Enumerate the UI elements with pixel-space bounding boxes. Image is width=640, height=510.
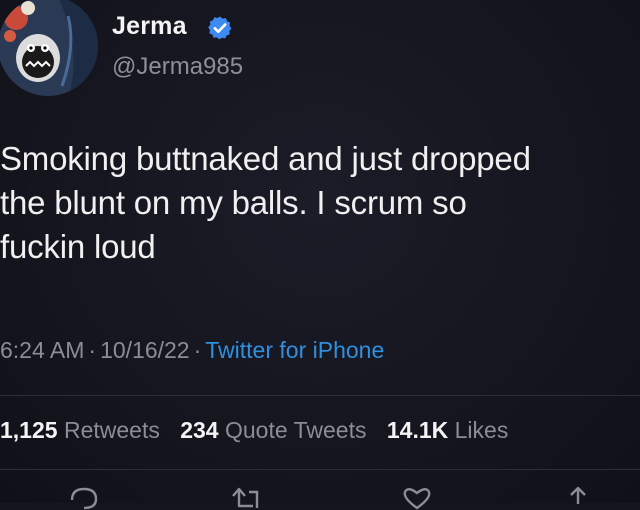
avatar-cartoon-face-icon	[0, 0, 98, 96]
tweet-time[interactable]: 6:24 AM	[0, 337, 84, 363]
tweet-source-link[interactable]: Twitter for iPhone	[205, 337, 384, 363]
tweet-timestamp: 6:24 AM · 10/16/22 · Twitter for iPhone	[0, 337, 384, 364]
tweet-actions	[0, 486, 640, 510]
likes-stat[interactable]: 14.1K Likes	[387, 417, 522, 443]
retweets-count: 1,125	[0, 417, 58, 443]
reply-icon[interactable]	[66, 486, 102, 510]
verified-badge-icon	[208, 16, 232, 40]
likes-label: Likes	[454, 417, 509, 443]
tweet-text: Smoking buttnaked and just dropped the b…	[0, 140, 531, 265]
tweet-stats: 1,125 Retweets 234 Quote Tweets 14.1K Li…	[0, 417, 522, 444]
retweets-stat[interactable]: 1,125 Retweets	[0, 417, 180, 443]
tweet-card: Jerma @Jerma985 Smoking buttnaked and ju…	[0, 0, 640, 510]
divider	[0, 469, 640, 470]
likes-count: 14.1K	[386, 417, 449, 443]
retweet-icon[interactable]	[229, 486, 265, 510]
like-icon[interactable]	[399, 486, 435, 510]
tweet-date[interactable]: 10/16/22	[100, 337, 190, 363]
author-name[interactable]: Jerma	[112, 12, 187, 41]
meta-separator: ·	[88, 337, 97, 363]
share-icon[interactable]	[560, 486, 596, 510]
divider	[0, 395, 640, 396]
author-handle[interactable]: @Jerma985	[112, 53, 243, 81]
avatar[interactable]	[0, 0, 98, 96]
quote-tweets-label: Quote Tweets	[224, 417, 367, 443]
quote-tweets-count: 234	[180, 417, 219, 443]
meta-separator: ·	[193, 337, 202, 363]
retweets-label: Retweets	[63, 417, 160, 443]
quote-tweets-stat[interactable]: 234 Quote Tweets	[180, 417, 387, 443]
